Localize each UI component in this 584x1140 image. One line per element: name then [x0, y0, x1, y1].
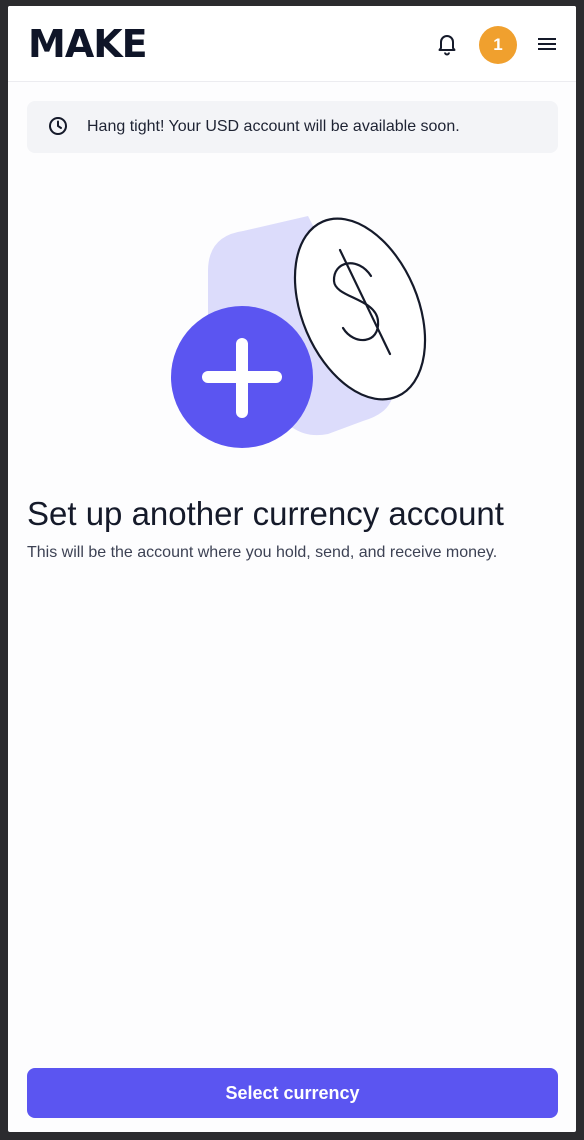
clock-icon [47, 115, 69, 137]
notification-count-badge[interactable]: 1 [479, 26, 517, 64]
banner-message: Hang tight! Your USD account will be ava… [87, 118, 460, 135]
top-bar: MAKE 1 [8, 6, 576, 82]
select-currency-button[interactable]: Select currency [27, 1068, 558, 1118]
bell-icon[interactable] [435, 32, 459, 56]
logo[interactable]: MAKE [28, 24, 148, 64]
hamburger-menu-icon[interactable] [536, 34, 558, 54]
page-title: Set up another currency account [27, 495, 504, 532]
app-screen: MAKE 1 Hang tight! Your USD account will… [8, 6, 576, 1132]
add-currency-illustration [158, 206, 428, 456]
page-subtitle: This will be the account where you hold,… [27, 544, 498, 561]
account-pending-banner: Hang tight! Your USD account will be ava… [27, 101, 558, 153]
